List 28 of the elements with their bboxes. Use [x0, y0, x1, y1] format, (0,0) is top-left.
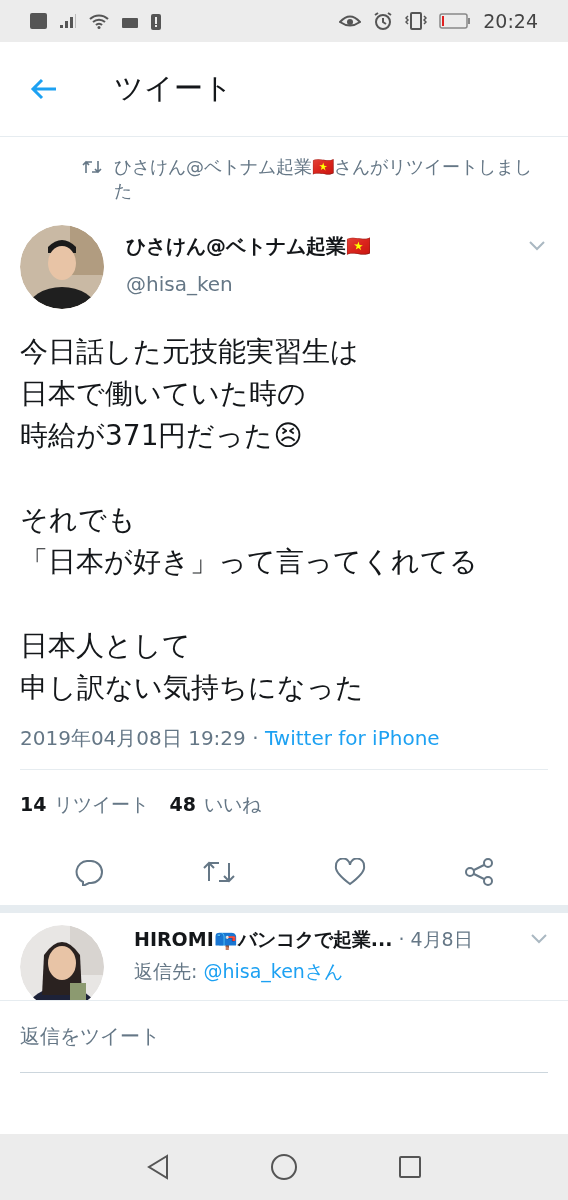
- wifi-icon: [89, 13, 109, 29]
- reply-input-field[interactable]: 返信をツイート: [20, 1000, 548, 1073]
- recents-nav-icon[interactable]: [398, 1155, 422, 1179]
- stat-link[interactable]: 14 リツイート: [20, 790, 150, 819]
- battery-alert-icon: [151, 12, 161, 30]
- alarm-icon: [373, 11, 394, 31]
- reply-author-name[interactable]: HIROMI📪バンコクで起業...: [134, 924, 393, 953]
- status-time: 20:24: [483, 8, 538, 34]
- back-arrow-icon[interactable]: [30, 77, 58, 101]
- vibrate-icon: [405, 12, 428, 30]
- heart-icon[interactable]: [334, 857, 366, 886]
- signal-icon: [59, 13, 77, 29]
- retweet-note: ひさけん@ベトナム起業🇻🇳さんがリツイートしました: [114, 155, 533, 203]
- back-nav-icon[interactable]: [146, 1154, 170, 1180]
- tweet-text: 今日話した元技能実習生は 日本で働いていた時の 時給が371円だった😣 それでも 「日本が好き」って言ってくれてる 日本人として 申し訳ない気持ちになった: [19, 334, 479, 706]
- reply-date: · 4月8日: [398, 926, 473, 952]
- stat-link[interactable]: 48 いいね: [169, 790, 261, 819]
- share-icon[interactable]: [464, 856, 494, 887]
- retweet-icon: [82, 159, 102, 175]
- battery-low-icon: [439, 13, 472, 29]
- author-name[interactable]: ひさけん@ベトナム起業🇻🇳: [126, 231, 371, 261]
- author-handle[interactable]: @hisa_ken: [126, 269, 233, 299]
- eye-icon: [339, 13, 362, 29]
- reply-icon[interactable]: [74, 857, 104, 886]
- page-title: ツイート: [114, 70, 233, 108]
- home-nav-icon[interactable]: [270, 1153, 298, 1181]
- timestamp: 2019年04月08日 19:29 ·: [20, 725, 260, 752]
- reply-to-label: 返信先:: [134, 959, 199, 984]
